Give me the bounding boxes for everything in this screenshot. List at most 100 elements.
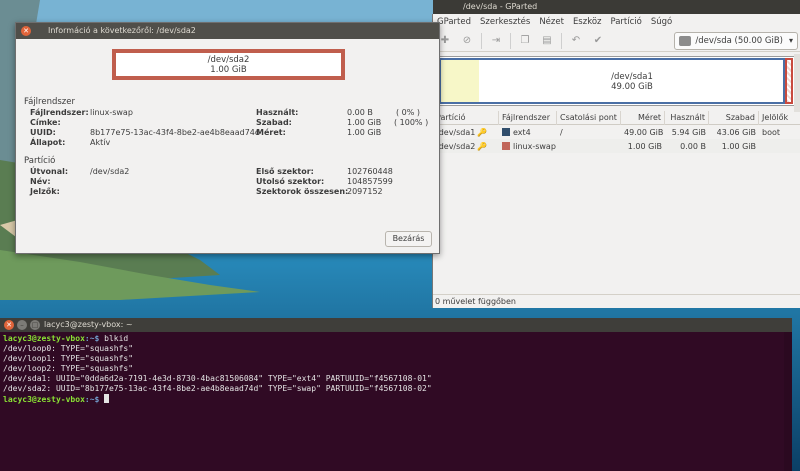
value-utolso-szektor: 104857599 bbox=[347, 177, 393, 186]
gparted-menubar: GParted Szerkesztés Nézet Eszköz Partíci… bbox=[433, 14, 800, 30]
label-uuid: UUID: bbox=[30, 128, 56, 137]
minimize-icon[interactable]: – bbox=[17, 320, 27, 330]
label-cimke: Címke: bbox=[30, 118, 61, 127]
value-filesystem: linux-swap bbox=[90, 108, 133, 117]
column-header-jelolok[interactable]: Jelölők bbox=[759, 111, 800, 125]
device-selector-label: /dev/sda (50.00 GiB) bbox=[695, 35, 783, 46]
maximize-icon[interactable]: □ bbox=[30, 320, 40, 330]
gparted-toolbar: ✚ ⊘ ⇥ ❐ ▤ ↶ ✔ /dev/sda (50.00 GiB) ▾ bbox=[433, 30, 800, 52]
label-utolso-szektor: Utolsó szektor: bbox=[256, 177, 325, 186]
delete-icon[interactable]: ⊘ bbox=[459, 33, 475, 49]
output-line: /dev/sda2: UUID="8b177e75-13ac-43f4-8be2… bbox=[3, 384, 432, 393]
label-meret: Méret: bbox=[256, 128, 286, 137]
column-header-hasznalt[interactable]: Használt bbox=[665, 110, 709, 125]
gparted-titlebar[interactable]: /dev/sda - GParted bbox=[433, 0, 800, 14]
table-row[interactable]: /dev/sda2 🔑 linux-swap 1.00 GiB 0.00 B 1.… bbox=[433, 139, 800, 153]
partition-table-header: Partíció Fájlrendszer Csatolási pont Mér… bbox=[433, 110, 800, 125]
cell-partition: /dev/sda1 🔑 bbox=[436, 127, 488, 137]
value-utvonal: /dev/sda2 bbox=[90, 167, 130, 176]
menu-szerkesztes[interactable]: Szerkesztés bbox=[480, 17, 530, 27]
value-allapot: Aktív bbox=[90, 138, 111, 147]
label-filesystem: Fájlrendszer: bbox=[30, 108, 89, 117]
prompt-user: lacyc3@zesty-vbox bbox=[3, 395, 85, 404]
partition-map-name: /dev/sda2 bbox=[207, 55, 250, 65]
terminal-title: lacyc3@zesty-vbox: ~ bbox=[44, 320, 133, 329]
toolbar-separator bbox=[561, 32, 562, 49]
menu-nezet[interactable]: Nézet bbox=[539, 17, 564, 27]
disk-map-sda1-used bbox=[441, 60, 479, 102]
paste-icon[interactable]: ▤ bbox=[539, 33, 555, 49]
label-utvonal: Útvonal: bbox=[30, 167, 69, 176]
label-szabad: Szabad: bbox=[256, 118, 292, 127]
info-dialog-titlebar[interactable]: ✕ Információ a következőről: /dev/sda2 bbox=[16, 23, 439, 39]
device-selector[interactable]: /dev/sda (50.00 GiB) ▾ bbox=[674, 31, 798, 50]
cell-free: 1.00 GiB bbox=[721, 141, 756, 151]
info-dialog-title: Információ a következőről: /dev/sda2 bbox=[48, 26, 196, 35]
prompt-path: :~$ bbox=[84, 395, 100, 404]
value-hasznalt-pct: ( 0% ) bbox=[396, 108, 421, 117]
label-elso-szektor: Első szektor: bbox=[256, 167, 314, 176]
close-button[interactable]: Bezárás bbox=[385, 231, 432, 247]
gparted-window: /dev/sda - GParted GParted Szerkesztés N… bbox=[432, 0, 800, 308]
column-header-szabad[interactable]: Szabad bbox=[709, 110, 759, 125]
terminal-scrollbar[interactable] bbox=[784, 332, 792, 471]
terminal-output[interactable]: lacyc3@zesty-vbox:~$ blkid/dev/loop0: TY… bbox=[0, 332, 792, 407]
menu-eszkoz[interactable]: Eszköz bbox=[573, 17, 602, 27]
cell-filesystem: ext4 bbox=[499, 127, 557, 137]
cell-used: 0.00 B bbox=[680, 141, 706, 151]
output-line: /dev/loop1: TYPE="squashfs" bbox=[3, 354, 134, 363]
menu-gparted[interactable]: GParted bbox=[437, 17, 471, 27]
value-meret: 1.00 GiB bbox=[347, 128, 382, 137]
menu-sugo[interactable]: Súgó bbox=[651, 17, 672, 27]
partition-map-size: 1.00 GiB bbox=[210, 65, 247, 75]
partition-map-sda2: /dev/sda2 1.00 GiB bbox=[112, 49, 345, 80]
disk-map-sda2[interactable] bbox=[785, 58, 793, 104]
close-icon[interactable]: ✕ bbox=[21, 26, 31, 36]
column-header-csatolasi-pont[interactable]: Csatolási pont bbox=[557, 110, 621, 125]
disk-map-sda1[interactable]: /dev/sda1 49.00 GiB bbox=[439, 58, 785, 104]
undo-icon[interactable]: ↶ bbox=[568, 33, 584, 49]
output-line: /dev/sda1: UUID="0dda6d2a-7191-4e3d-8730… bbox=[3, 374, 432, 383]
label-allapot: Állapot: bbox=[30, 138, 66, 147]
cell-size: 49.00 GiB bbox=[624, 127, 664, 137]
value-szektorok-osszesen: 2097152 bbox=[347, 187, 383, 196]
gparted-title: /dev/sda - GParted bbox=[463, 2, 538, 11]
harddisk-icon bbox=[679, 35, 692, 46]
cell-free: 43.06 GiB bbox=[716, 127, 756, 137]
column-header-particio[interactable]: Partíció bbox=[433, 110, 499, 125]
section-partition: Partíció bbox=[24, 156, 56, 166]
menu-particio[interactable]: Partíció bbox=[610, 17, 641, 27]
gparted-scrollbar[interactable] bbox=[794, 54, 800, 112]
key-icon: 🔑 bbox=[477, 127, 488, 137]
fs-color-swatch bbox=[502, 127, 510, 136]
text-cursor bbox=[104, 394, 110, 403]
toolbar-separator bbox=[481, 32, 482, 49]
disk-map-sda1-name: /dev/sda1 bbox=[611, 72, 653, 82]
column-header-fajlrendszer[interactable]: Fájlrendszer bbox=[499, 110, 557, 125]
value-szabad-pct: ( 100% ) bbox=[394, 118, 429, 127]
cell-partition: /dev/sda2 🔑 bbox=[436, 141, 488, 151]
column-header-meret[interactable]: Méret bbox=[621, 110, 665, 125]
terminal-titlebar[interactable]: ✕ – □ lacyc3@zesty-vbox: ~ bbox=[0, 318, 792, 332]
terminal-window[interactable]: ✕ – □ lacyc3@zesty-vbox: ~ lacyc3@zesty-… bbox=[0, 318, 792, 471]
apply-icon[interactable]: ✔ bbox=[590, 33, 606, 49]
label-jelzok: Jelzők: bbox=[30, 187, 60, 196]
disk-map: /dev/sda1 49.00 GiB bbox=[437, 56, 795, 106]
terminal-prompt-line: lacyc3@zesty-vbox:~$ bbox=[3, 394, 789, 405]
prompt-user: lacyc3@zesty-vbox bbox=[3, 334, 85, 343]
output-line: /dev/loop0: TYPE="squashfs" bbox=[3, 344, 134, 353]
label-szektorok-osszesen: Szektorok összesen: bbox=[256, 187, 349, 196]
resize-move-icon[interactable]: ⇥ bbox=[488, 33, 504, 49]
toolbar-separator bbox=[510, 32, 511, 49]
section-filesystem: Fájlrendszer bbox=[24, 97, 75, 107]
label-hasznalt: Használt: bbox=[256, 108, 299, 117]
copy-icon[interactable]: ❐ bbox=[517, 33, 533, 49]
disk-map-sda1-size: 49.00 GiB bbox=[611, 82, 653, 92]
close-icon[interactable]: ✕ bbox=[4, 320, 14, 330]
partition-info-dialog: ✕ Információ a következőről: /dev/sda2 /… bbox=[15, 22, 440, 254]
chevron-down-icon: ▾ bbox=[788, 36, 793, 45]
command-text: blkid bbox=[99, 334, 129, 343]
table-row[interactable]: /dev/sda1 🔑 ext4 / 49.00 GiB 5.94 GiB 43.… bbox=[433, 125, 800, 139]
terminal-command-line: lacyc3@zesty-vbox:~$ blkid bbox=[3, 334, 789, 344]
cell-filesystem: linux-swap bbox=[499, 141, 557, 151]
